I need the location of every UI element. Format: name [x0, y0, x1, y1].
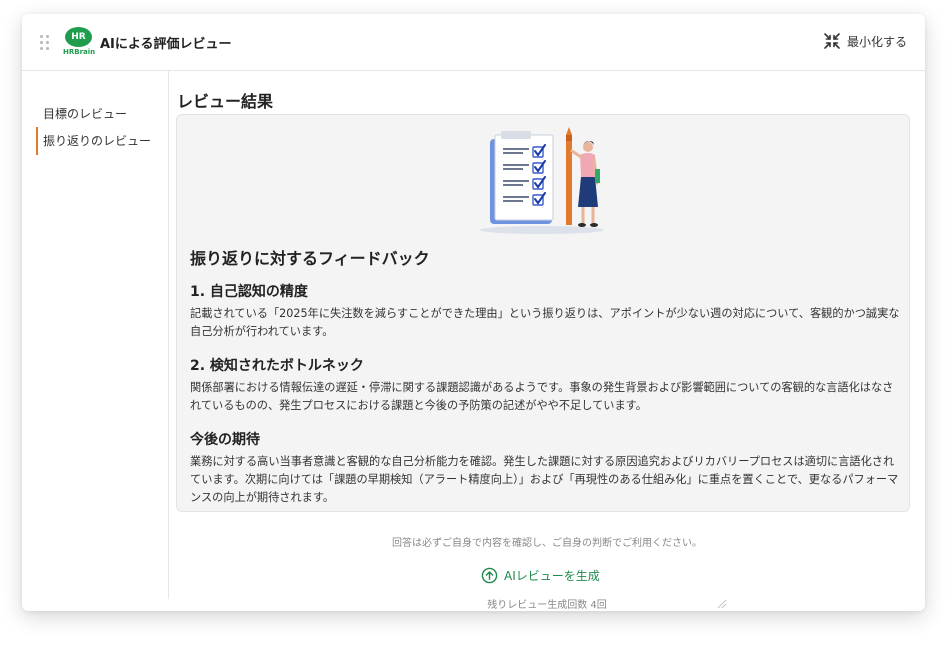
section-heading: 1. 自己認知の精度: [190, 284, 308, 300]
review-result-box: 振り返りに対するフィードバック 1. 自己認知の精度 記載されている「2025年…: [176, 114, 910, 512]
hrbrain-logo: HR HRBrain: [63, 27, 95, 59]
main-content: レビュー結果 振り返りに対するフィードバック 1. 自己認知の精度 記載されてい…: [169, 71, 925, 611]
review-sidebar: 目標のレビュー 振り返りのレビュー: [22, 71, 169, 599]
section-body: 関係部署における情報伝達の遅延・停滞に関する課題認識があるようです。事象の発生背…: [190, 381, 894, 412]
logo-brand-text: HRBrain: [63, 48, 96, 56]
generate-label: AIレビューを生成: [504, 569, 600, 583]
logo-mark: HR: [65, 27, 92, 47]
app-title: AIによる評価レビュー: [100, 37, 232, 52]
section-body: 業務に対する高い当事者意識と客観的な自己分析能力を確認。発生した課題に対する原因…: [190, 455, 899, 504]
sidebar-item-goal-review[interactable]: 目標のレビュー: [36, 100, 168, 128]
feedback-title: 振り返りに対するフィードバック: [190, 249, 430, 268]
page-title: レビュー結果: [177, 92, 274, 111]
minimize-label: 最小化する: [846, 34, 907, 49]
sidebar-item-reflection-review[interactable]: 振り返りのレビュー: [36, 127, 168, 155]
minimize-button[interactable]: 最小化する: [823, 32, 907, 50]
ai-review-panel: HR HRBrain AIによる評価レビュー 最小化する 目標のレビュー 振り返…: [22, 14, 925, 611]
generate-ai-review-button[interactable]: AIレビューを生成: [481, 567, 600, 584]
disclaimer-text: 回答は必ずご自身で内容を確認し、ご自身の判断でご利用ください。: [392, 538, 702, 549]
section-body: 記載されている「2025年に失注数を減らすことができた理由」という振り返りは、ア…: [190, 307, 900, 338]
drag-handle-icon[interactable]: [40, 35, 52, 51]
section-heading: 今後の期待: [190, 432, 260, 448]
checklist-illustration: [480, 127, 604, 234]
resize-grip-icon[interactable]: [717, 599, 727, 609]
arrow-up-circle-icon: [481, 567, 498, 584]
panel-header: HR HRBrain AIによる評価レビュー 最小化する: [22, 14, 925, 71]
section-heading: 2. 検知されたボトルネック: [190, 358, 364, 374]
minimize-arrows-icon: [824, 33, 840, 49]
remaining-count-text: 残りレビュー生成回数 4回: [487, 600, 607, 611]
